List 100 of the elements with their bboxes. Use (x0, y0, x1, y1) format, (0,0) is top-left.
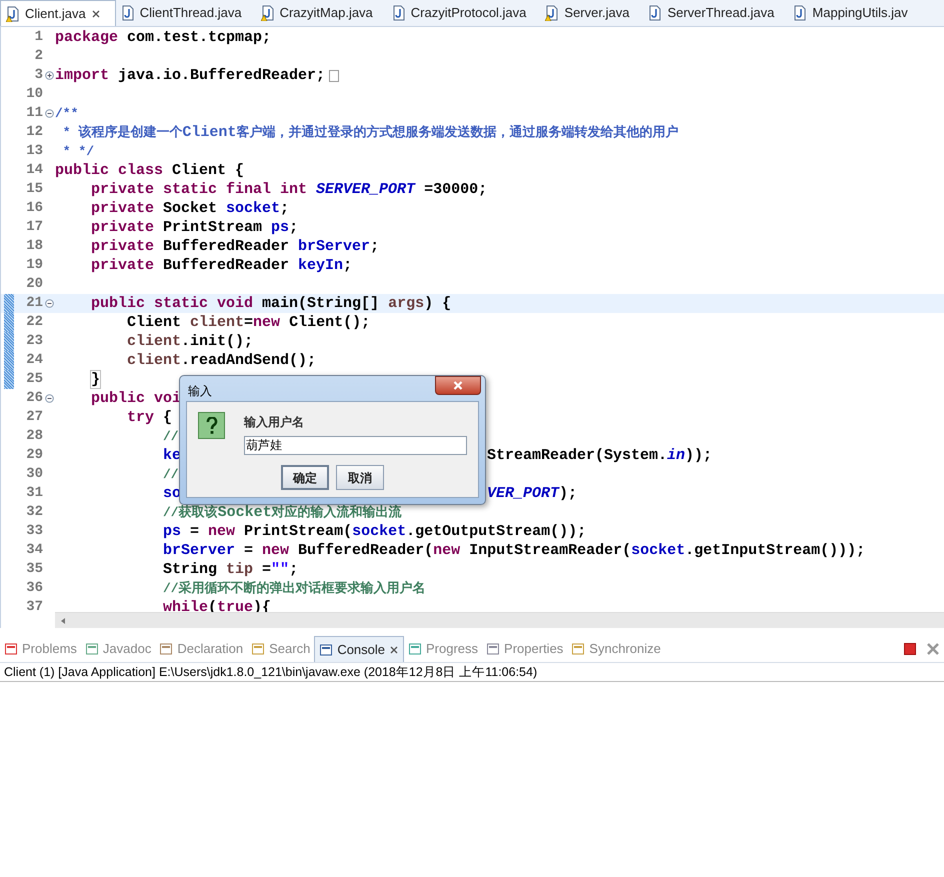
code-line: //获取该Socket对应的输入流和输出流 (163, 503, 402, 522)
line-number: 28 (26, 427, 43, 446)
dialog-button[interactable]: 确定 (281, 465, 329, 490)
line-number: 27 (26, 408, 43, 427)
line-number: 30 (26, 465, 43, 484)
editor-tab[interactable]: CrazyitProtocol.java (386, 0, 540, 26)
view-icon (251, 642, 266, 656)
collapse-icon[interactable] (44, 394, 54, 403)
code-line: client.init(); (127, 332, 254, 351)
code-line: public static void main(String[] args) { (91, 294, 452, 313)
line-number: 34 (26, 541, 43, 560)
collapsed-code-icon[interactable] (329, 70, 340, 82)
code-fragment: ke (163, 446, 182, 465)
tab-label: ServerThread.java (667, 4, 774, 22)
tab-label: Synchronize (589, 640, 661, 658)
editor-tab[interactable]: Server.java (540, 0, 644, 26)
line-number: 25 (26, 370, 43, 389)
tab-label: Search (269, 640, 310, 658)
view-tab[interactable]: Properties (482, 636, 568, 662)
tab-label: Javadoc (102, 640, 152, 658)
view-icon (319, 642, 334, 656)
view-icon (4, 642, 18, 656)
tab-label: MappingUtils.jav (812, 4, 908, 22)
console-header: Client (1) [Java Application] E:\Users\jdk1.8.0_121\bin\javaw.exe (2018年12月8日 上午11:06:54) (4, 664, 538, 681)
tab-label: ClientThread.java (140, 4, 242, 22)
code-line: client.readAndSend(); (127, 351, 316, 370)
view-tab[interactable]: Progress (404, 636, 482, 662)
expand-icon[interactable] (44, 71, 54, 80)
horizontal-scrollbar[interactable] (55, 612, 944, 628)
tab-label: Properties (504, 640, 564, 658)
code-fragment: VER_PORT); (487, 485, 578, 502)
code-line: * */ (62, 143, 94, 161)
tab-label: Progress (426, 640, 478, 658)
editor-tab[interactable]: Client.java (0, 0, 116, 26)
code-line: ps = new PrintStream(socket.getOutputStream()); (163, 522, 586, 541)
close-icon[interactable] (90, 8, 101, 18)
close-icon[interactable] (389, 644, 400, 654)
line-number: 17 (26, 218, 43, 237)
dialog-title: 输入 (188, 383, 212, 400)
view-tab[interactable]: Synchronize (567, 636, 665, 662)
line-number: 1 (34, 28, 43, 47)
view-icon (486, 642, 500, 656)
view-tab[interactable]: Problems (0, 636, 81, 662)
code-line: public voi (91, 389, 182, 408)
tab-label: CrazyitMap.java (280, 4, 373, 22)
line-number: 36 (26, 579, 43, 598)
editor-tab[interactable]: ClientThread.java (116, 0, 256, 26)
line-number: 19 (26, 256, 43, 275)
code-line: private BufferedReader keyIn; (91, 256, 352, 275)
code-line: Client client=new Client(); (127, 313, 370, 332)
code-line: String tip =""; (163, 560, 298, 579)
editor-tab[interactable]: CrazyitMap.java (256, 0, 387, 26)
collapse-icon[interactable] (44, 109, 54, 118)
line-number: 15 (26, 180, 43, 199)
code-line: /** (55, 105, 78, 123)
line-number: 35 (26, 560, 43, 579)
code-line: private Socket socket; (91, 199, 290, 218)
tab-label: Client.java (25, 4, 86, 23)
code-line: package com.test.tcpmap; (55, 28, 272, 47)
line-number: 24 (26, 351, 43, 370)
line-number: 29 (26, 446, 43, 465)
username-field[interactable]: 葫芦娃 (244, 436, 467, 455)
code-line: //采用循环不断的弹出对话框要求输入用户名 (163, 580, 426, 598)
editor-tab[interactable]: MappingUtils.jav (788, 0, 922, 26)
line-number: 32 (26, 503, 43, 522)
line-number: 2 (34, 47, 43, 66)
line-number: 18 (26, 237, 43, 256)
line-number: 31 (26, 484, 43, 503)
line-number: 33 (26, 522, 43, 541)
line-number: 11 (26, 104, 43, 123)
editor-tab[interactable]: ServerThread.java (643, 0, 788, 26)
code-fragment: StreamReader(System.in)); (487, 447, 712, 464)
prompt-label: 输入用户名 (244, 414, 305, 431)
scroll-left-icon[interactable] (59, 616, 67, 624)
view-tab[interactable]: Declaration (155, 636, 248, 662)
code-line: public class Client { (55, 161, 244, 180)
view-tab[interactable]: Javadoc (80, 636, 156, 662)
line-number: 13 (26, 142, 43, 161)
collapse-icon[interactable] (44, 299, 54, 308)
view-tab[interactable]: Search (247, 636, 314, 662)
line-number: 37 (26, 598, 43, 617)
code-line: brServer = new BufferedReader(new InputStreamReader(socket.getInputStream())); (163, 541, 866, 560)
dialog-button[interactable]: 取消 (336, 465, 384, 490)
view-tab[interactable]: Console (314, 636, 404, 662)
line-number: 10 (26, 85, 43, 104)
remove-icon[interactable] (926, 642, 940, 656)
view-icon (408, 642, 422, 656)
line-number: 16 (26, 199, 43, 218)
code-line: private static final int SERVER_PORT =30000; (91, 180, 488, 199)
tab-label: Problems (22, 640, 77, 658)
close-button[interactable] (435, 376, 481, 395)
view-icon (571, 642, 586, 656)
tab-label: Server.java (564, 4, 630, 22)
tab-label: CrazyitProtocol.java (410, 4, 526, 22)
line-number: 12 (26, 123, 43, 142)
tab-label: Declaration (177, 640, 244, 658)
line-number: 20 (26, 275, 43, 294)
line-number: 14 (26, 161, 43, 180)
question-icon (198, 412, 225, 439)
code-line: } (91, 370, 100, 389)
